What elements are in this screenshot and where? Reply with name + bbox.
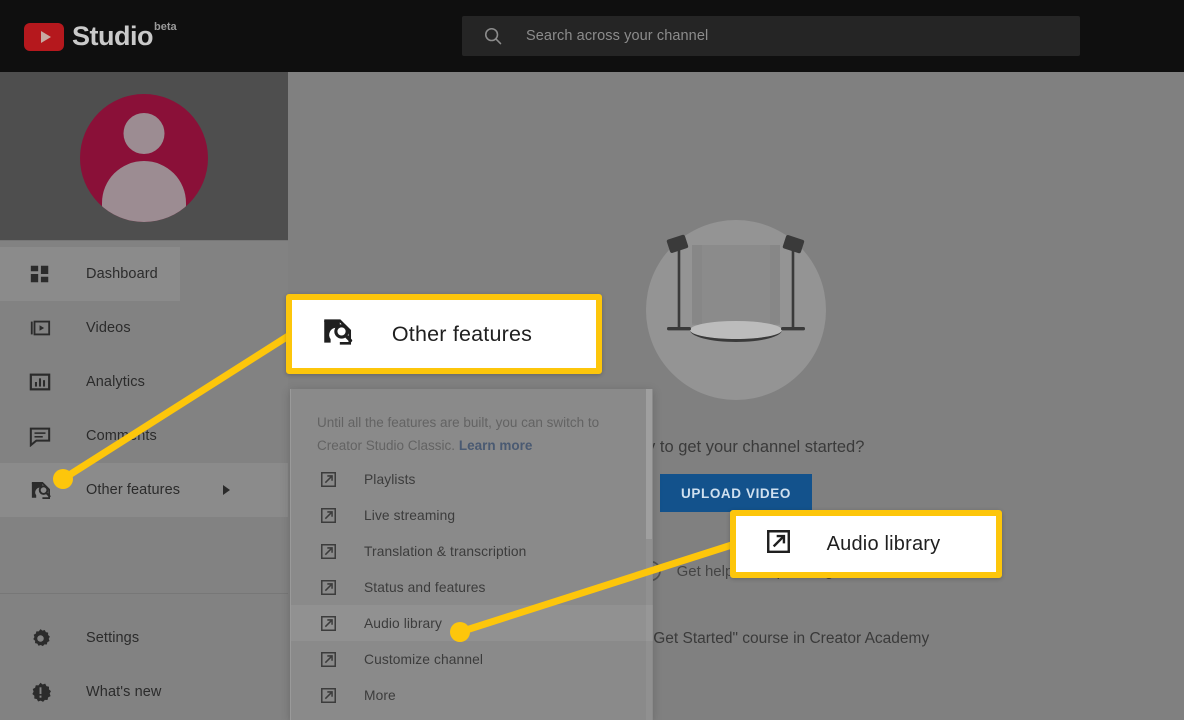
submenu-scrollbar[interactable] bbox=[646, 389, 652, 720]
chevron-right-icon bbox=[223, 485, 230, 495]
sidebar-item-label: Videos bbox=[86, 320, 131, 336]
external-link-icon bbox=[321, 615, 336, 631]
submenu-item-playlists[interactable]: Playlists bbox=[291, 461, 653, 497]
videos-play-stack-icon bbox=[28, 316, 52, 340]
sidebar-item-analytics[interactable]: Analytics bbox=[0, 355, 288, 409]
other-features-icon bbox=[320, 315, 354, 354]
avatar[interactable] bbox=[80, 94, 208, 222]
learn-more-link[interactable]: Learn more bbox=[459, 438, 533, 453]
search-input[interactable]: Search across your channel bbox=[462, 16, 1080, 56]
callout-label: Audio library bbox=[826, 532, 941, 555]
submenu-item-translation-transcription[interactable]: Translation & transcription bbox=[291, 533, 653, 569]
sidebar-item-label: Analytics bbox=[86, 374, 145, 390]
analytics-bar-icon bbox=[28, 370, 52, 394]
studio-backdrop-lights-illustration bbox=[646, 220, 826, 400]
divider bbox=[0, 240, 288, 241]
comment-bubble-icon bbox=[28, 424, 52, 448]
channel-avatar-area bbox=[0, 72, 288, 240]
divider bbox=[0, 593, 288, 594]
youtube-studio-screen: Studio beta Search across your channel D… bbox=[0, 0, 1184, 720]
external-link-icon bbox=[321, 543, 336, 559]
external-link-icon bbox=[321, 687, 336, 703]
submenu-item-status-and-features[interactable]: Status and features bbox=[291, 569, 653, 605]
avatar-person-icon bbox=[123, 113, 165, 154]
submenu-item-label: More bbox=[364, 687, 396, 703]
external-link-icon bbox=[764, 527, 793, 561]
submenu-item-label: Translation & transcription bbox=[364, 543, 527, 559]
logo-text: Studio bbox=[72, 21, 153, 51]
sidebar-item-label: Other features bbox=[86, 482, 181, 498]
other-features-icon bbox=[28, 478, 52, 502]
note-line-1: Until all the features are built, you ca… bbox=[317, 415, 600, 430]
classic-switch-note: Until all the features are built, you ca… bbox=[291, 389, 653, 461]
callout-label: Other features bbox=[391, 321, 533, 346]
external-link-icon bbox=[321, 651, 336, 667]
sidebar-item-other-features[interactable]: Other features bbox=[0, 463, 288, 517]
search-placeholder: Search across your channel bbox=[526, 28, 709, 44]
sidebar-item-whats-new[interactable]: What's new bbox=[0, 665, 288, 719]
submenu-item-customize-channel[interactable]: Customize channel bbox=[291, 641, 653, 677]
submenu-item-label: Customize channel bbox=[364, 651, 484, 667]
sidebar-item-videos[interactable]: Videos bbox=[0, 301, 288, 355]
youtube-play-icon bbox=[24, 23, 64, 51]
submenu-item-live-streaming[interactable]: Live streaming bbox=[291, 497, 653, 533]
logo-beta-badge: beta bbox=[153, 21, 177, 33]
submenu-item-audio-library[interactable]: Audio library bbox=[291, 605, 653, 641]
external-link-icon bbox=[321, 507, 336, 523]
gear-icon bbox=[28, 626, 52, 650]
top-bar: Studio beta Search across your channel bbox=[0, 0, 1184, 72]
sidebar-item-settings[interactable]: Settings bbox=[0, 611, 288, 665]
submenu-item-label: Live streaming bbox=[364, 507, 456, 523]
sidebar: Dashboard Videos Analytics Comments Othe… bbox=[0, 72, 288, 720]
submenu-item-more[interactable]: More bbox=[291, 677, 653, 713]
dashboard-grid-icon bbox=[28, 262, 52, 286]
sidebar-item-dashboard[interactable]: Dashboard bbox=[0, 247, 180, 301]
callout-other-features: Other features bbox=[286, 294, 602, 374]
submenu-item-label: Playlists bbox=[364, 471, 416, 487]
upload-video-button[interactable]: UPLOAD VIDEO bbox=[660, 474, 812, 512]
external-link-icon bbox=[321, 471, 336, 487]
sidebar-item-label: Settings bbox=[86, 630, 140, 646]
callout-audio-library: Audio library bbox=[730, 510, 1002, 578]
sidebar-item-comments[interactable]: Comments bbox=[0, 409, 288, 463]
sidebar-item-label: Dashboard bbox=[86, 266, 158, 282]
external-link-icon bbox=[321, 579, 336, 595]
sidebar-item-label: Comments bbox=[86, 428, 157, 444]
submenu-item-label: Audio library bbox=[364, 615, 442, 631]
note-line-2: Creator Studio Classic. bbox=[317, 438, 456, 453]
sidebar-item-label: What's new bbox=[86, 684, 162, 700]
other-features-submenu: Until all the features are built, you ca… bbox=[290, 389, 653, 720]
alert-badge-icon bbox=[28, 680, 52, 704]
search-icon bbox=[484, 27, 502, 45]
studio-logo[interactable]: Studio beta bbox=[24, 19, 177, 53]
submenu-item-label: Status and features bbox=[364, 579, 486, 595]
